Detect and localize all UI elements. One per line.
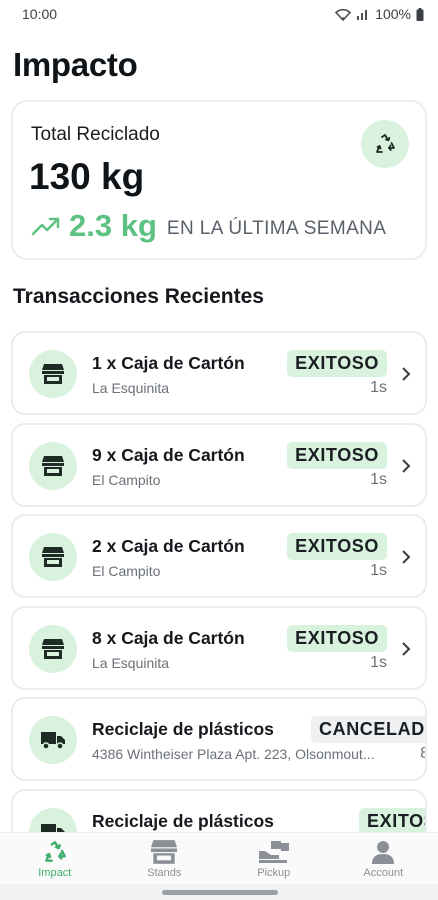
store-icon (29, 441, 77, 490)
battery-icon (416, 7, 424, 21)
total-recycled-value: 130 kg (29, 156, 145, 197)
transaction-title: 9 x Caja de Cartón (92, 444, 245, 465)
status-time: 10:00 (22, 6, 58, 22)
chevron-right-icon (402, 550, 411, 564)
bottom-navigation: Impact Stands Pickup Account (0, 832, 438, 884)
transaction-time: 1s (370, 653, 387, 671)
chevron-right-icon (402, 367, 411, 381)
nav-account[interactable]: Account (329, 833, 438, 884)
store-icon (29, 350, 77, 398)
transaction-location: El Campito (92, 471, 161, 488)
signal-icon (357, 10, 368, 20)
chevron-right-icon (402, 458, 411, 473)
recent-transactions-title: Transacciones Recientes (13, 285, 264, 308)
total-recycled-label: Total Reciclado (31, 124, 160, 145)
battery-percent: 100% (375, 6, 411, 22)
home-gesture-handle[interactable] (162, 890, 278, 895)
transaction-title: 8 x Caja de Cartón (92, 627, 245, 648)
nav-impact[interactable]: Impact (0, 833, 110, 884)
gesture-bar (0, 884, 438, 900)
status-bar: 10:00 100% (0, 0, 438, 28)
transaction-time: 1s (370, 470, 387, 488)
trending-up-icon (31, 217, 60, 236)
store-icon (29, 533, 77, 581)
status-badge: EXITOSO (359, 807, 425, 835)
nav-pickup[interactable]: Pickup (219, 833, 329, 884)
recycle-icon (44, 841, 66, 862)
transaction-card[interactable]: 1 x Caja de Cartón La Esquinita EXITOSO … (11, 331, 427, 415)
trend-value: 2.3 kg (69, 208, 157, 243)
nav-stands-label: Stands (147, 867, 182, 879)
nav-account-label: Account (363, 867, 404, 879)
transaction-card[interactable]: 9 x Caja de Cartón El Campito EXITOSO 1s (11, 422, 427, 507)
chevron-right-icon (402, 641, 411, 656)
transaction-title: 1 x Caja de Cartón (92, 353, 245, 373)
transaction-card[interactable]: 8 x Caja de Cartón La Esquinita EXITOSO … (11, 605, 427, 690)
status-badge: EXITOSO (287, 441, 387, 469)
transaction-title: Reciclaje de plásticos (92, 719, 274, 739)
transaction-card[interactable]: 2 x Caja de Cartón El Campito EXITOSO 1s (11, 514, 427, 598)
transaction-location: El Campito (92, 563, 161, 579)
status-badge: CANCELADO (311, 716, 425, 743)
total-recycled-card: Total Reciclado 130 kg 2.3 kg EN LA ÚLTI… (11, 100, 427, 260)
store-icon (151, 840, 178, 864)
recycle-icon (361, 120, 409, 168)
transaction-card[interactable]: Reciclaje de plásticos 4386 Wintheiser P… (11, 697, 427, 781)
nav-impact-label: Impact (38, 867, 72, 879)
status-badge: EXITOSO (287, 350, 387, 377)
transaction-time: 8 (420, 745, 425, 763)
transaction-title: 2 x Caja de Cartón (92, 536, 245, 556)
pickup-icon (258, 841, 289, 863)
status-badge: EXITOSO (287, 624, 387, 652)
status-icons: 100% (335, 6, 424, 22)
transaction-time: 1s (370, 562, 387, 579)
nav-stands[interactable]: Stands (110, 833, 220, 884)
transaction-list: 1 x Caja de Cartón La Esquinita EXITOSO … (11, 331, 427, 880)
trend-label: EN LA ÚLTIMA SEMANA (166, 218, 387, 239)
store-icon (29, 624, 77, 673)
transaction-location: La Esquinita (92, 380, 170, 396)
truck-icon (29, 716, 77, 764)
transaction-location: 4386 Wintheiser Plaza Apt. 223, Olsonmou… (92, 746, 375, 762)
transaction-time: 1s (370, 379, 387, 396)
status-badge: EXITOSO (287, 533, 387, 560)
person-icon (372, 841, 395, 864)
weekly-trend: 2.3 kg EN LA ÚLTIMA SEMANA (31, 208, 386, 244)
transaction-title: Reciclaje de plásticos (92, 810, 274, 831)
transaction-location: La Esquinita (92, 654, 170, 671)
wifi-icon (335, 8, 352, 21)
page-title: Impacto (13, 46, 138, 83)
nav-pickup-label: Pickup (257, 867, 291, 879)
